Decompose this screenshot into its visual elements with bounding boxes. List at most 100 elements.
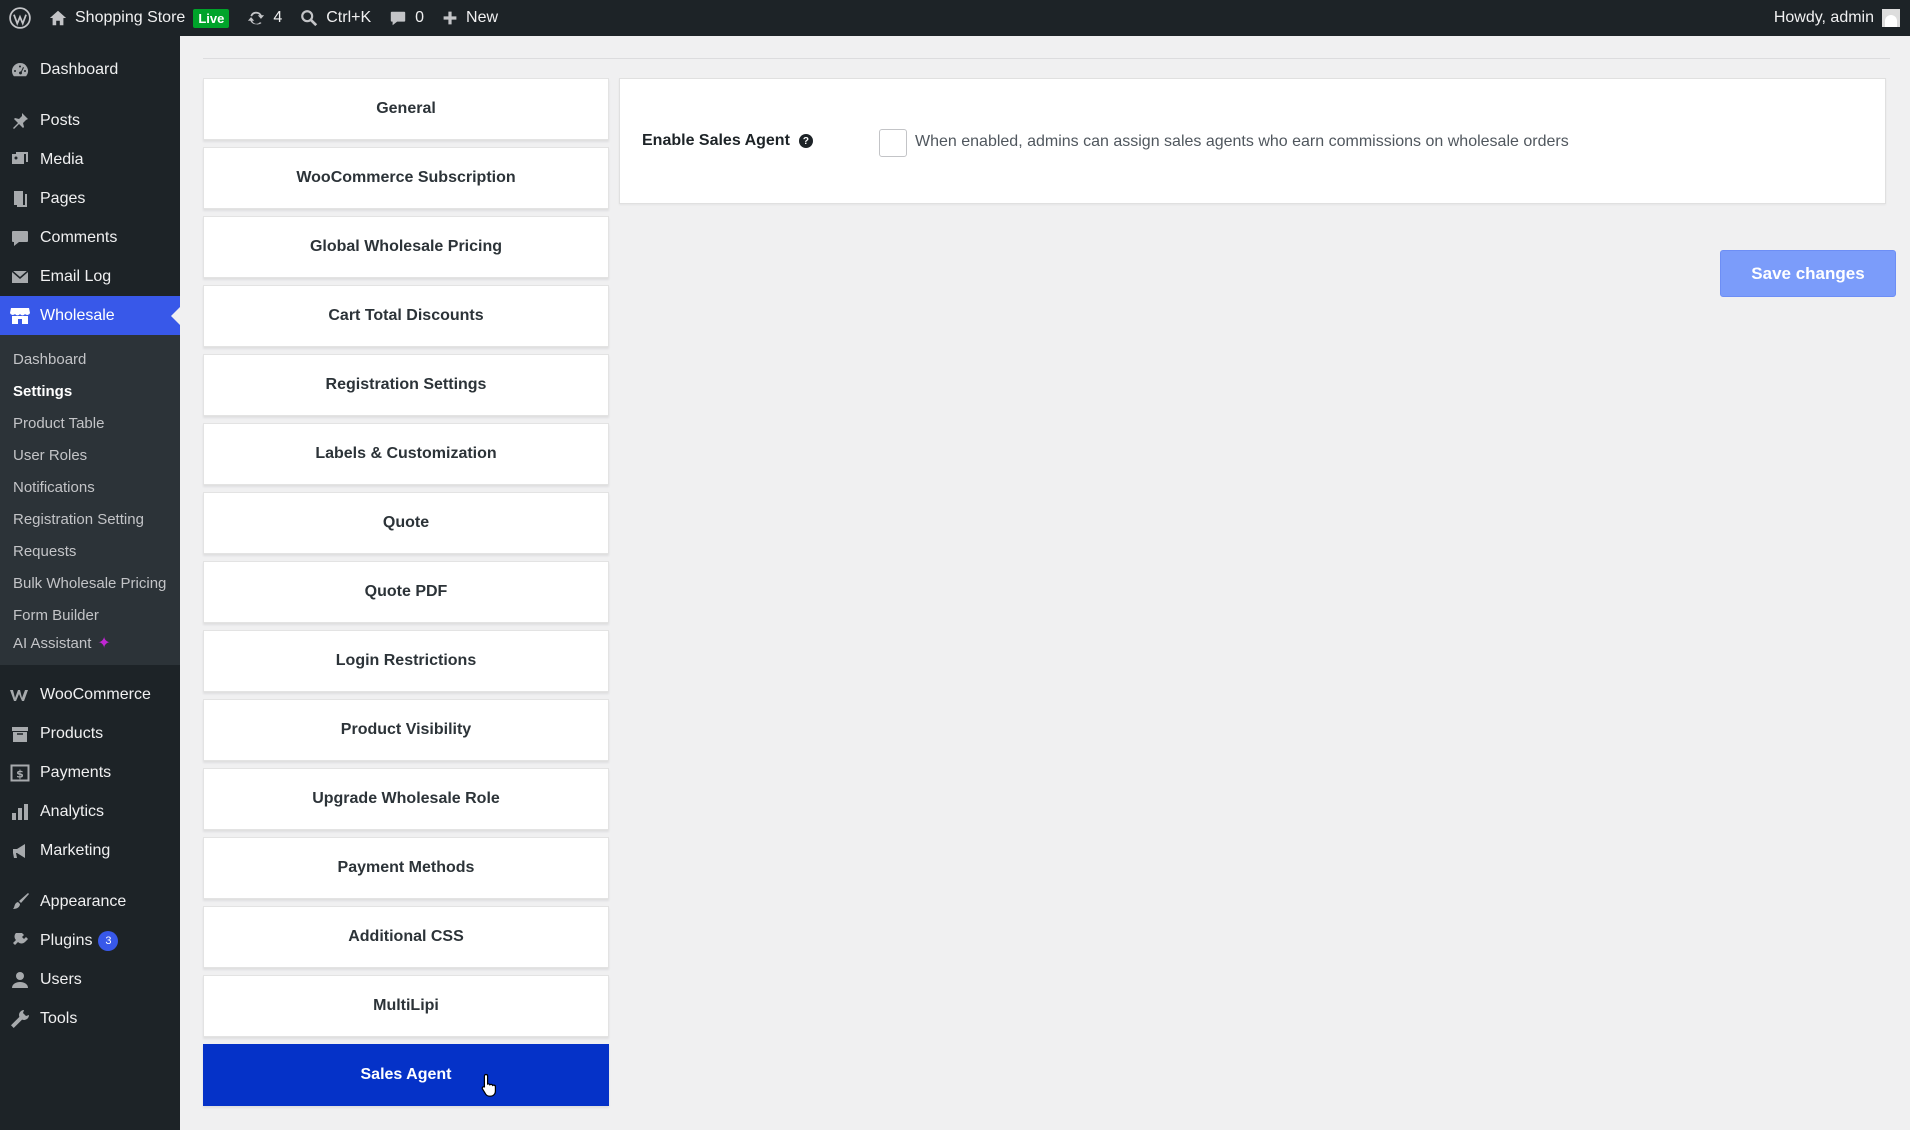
new-label: New [466, 9, 499, 26]
sales-agent-settings-panel: Enable Sales Agent ? When enabled, admin… [619, 78, 1886, 204]
dashboard-icon [9, 59, 31, 81]
payments-icon: $ [9, 762, 31, 784]
menu-wholesale[interactable]: Wholesale [0, 296, 180, 335]
sparkle-icon: ✦ [97, 635, 111, 652]
menu-label: Appearance [40, 892, 127, 910]
menu-products[interactable]: Products [0, 714, 180, 753]
menu-label: Products [40, 724, 104, 742]
woocommerce-icon [9, 684, 31, 706]
plugins-update-badge: 3 [98, 930, 119, 951]
media-icon [9, 149, 31, 171]
tab-global-wholesale-pricing[interactable]: Global Wholesale Pricing [203, 216, 609, 278]
enable-sales-agent-checkbox[interactable] [879, 129, 907, 157]
menu-label: Payments [40, 763, 112, 781]
updates-count: 4 [273, 9, 283, 26]
tab-labels-customization[interactable]: Labels & Customization [203, 423, 609, 485]
menu-label: Wholesale [40, 306, 115, 324]
comments-count: 0 [415, 9, 425, 26]
menu-users[interactable]: Users [0, 960, 180, 999]
menu-label: Users [40, 970, 82, 988]
menu-label: Email Log [40, 267, 112, 285]
updates-link[interactable]: 4 [238, 0, 291, 36]
menu-label: WooCommerce [40, 685, 151, 703]
submenu-user-roles[interactable]: User Roles [0, 439, 180, 471]
tab-payment-methods[interactable]: Payment Methods [203, 837, 609, 899]
menu-marketing[interactable]: Marketing [0, 831, 180, 870]
save-changes-button[interactable]: Save changes [1720, 250, 1896, 297]
search-shortcut: Ctrl+K [326, 9, 372, 26]
tab-sales-agent[interactable]: Sales Agent [203, 1044, 609, 1106]
menu-comments[interactable]: Comments [0, 218, 180, 257]
submenu-bulk-wholesale-pricing[interactable]: Bulk Wholesale Pricing [0, 567, 180, 599]
menu-label: Pages [40, 189, 86, 207]
tab-quote[interactable]: Quote [203, 492, 609, 554]
menu-analytics[interactable]: Analytics [0, 792, 180, 831]
admin-bar: Shopping Store Live 4 Ctrl+K 0 New Howdy… [0, 0, 1910, 36]
menu-tools[interactable]: Tools [0, 999, 180, 1038]
comments-link[interactable]: 0 [380, 0, 433, 36]
menu-media[interactable]: Media [0, 140, 180, 179]
settings-tabs: General WooCommerce Subscription Global … [203, 78, 609, 1113]
wrench-icon [9, 1008, 31, 1030]
menu-label: Plugins [40, 931, 93, 949]
comment-icon [389, 9, 407, 27]
new-content-link[interactable]: New [433, 0, 507, 36]
submenu-form-builder[interactable]: Form Builder [0, 599, 180, 631]
submenu-product-table[interactable]: Product Table [0, 407, 180, 439]
menu-dashboard[interactable]: Dashboard [0, 50, 180, 89]
tab-multilipi[interactable]: MultiLipi [203, 975, 609, 1037]
tab-registration-settings[interactable]: Registration Settings [203, 354, 609, 416]
submenu-ai-assistant[interactable]: AI Assistant ✦ [0, 631, 180, 655]
search-icon [300, 9, 318, 27]
plus-icon [442, 10, 458, 26]
greeting: Howdy, admin [1773, 9, 1874, 26]
field-label-text: Enable Sales Agent [642, 132, 790, 149]
brush-icon [9, 891, 31, 913]
bar-chart-icon [9, 801, 31, 823]
menu-label: Tools [40, 1009, 78, 1027]
tab-woocommerce-subscription[interactable]: WooCommerce Subscription [203, 147, 609, 209]
wordpress-logo-icon[interactable] [0, 0, 40, 36]
wholesale-submenu: Dashboard Settings Product Table User Ro… [0, 335, 180, 665]
pin-icon [9, 110, 31, 132]
submenu-notifications[interactable]: Notifications [0, 471, 180, 503]
email-icon [9, 266, 31, 288]
site-name-link[interactable]: Shopping Store Live [40, 0, 238, 36]
tab-product-visibility[interactable]: Product Visibility [203, 699, 609, 761]
tab-login-restrictions[interactable]: Login Restrictions [203, 630, 609, 692]
menu-plugins[interactable]: Plugins 3 [0, 921, 180, 960]
refresh-icon [247, 9, 265, 27]
submenu-registration-setting[interactable]: Registration Setting [0, 503, 180, 535]
submenu-requests[interactable]: Requests [0, 535, 180, 567]
site-name: Shopping Store [75, 9, 186, 26]
archive-icon [9, 723, 31, 745]
help-icon[interactable]: ? [798, 134, 813, 148]
comment-icon [9, 227, 31, 249]
menu-label: Media [40, 150, 84, 168]
menu-posts[interactable]: Posts [0, 101, 180, 140]
account-menu[interactable]: Howdy, admin [1765, 0, 1910, 36]
tab-quote-pdf[interactable]: Quote PDF [203, 561, 609, 623]
home-icon [49, 9, 67, 27]
header-divider [203, 58, 1890, 59]
menu-payments[interactable]: $ Payments [0, 753, 180, 792]
megaphone-icon [9, 840, 31, 862]
field-description: When enabled, admins can assign sales ag… [915, 133, 1569, 150]
menu-pages[interactable]: Pages [0, 179, 180, 218]
submenu-settings[interactable]: Settings [0, 375, 180, 407]
menu-label: Posts [40, 111, 81, 129]
submenu-dashboard[interactable]: Dashboard [0, 343, 180, 375]
menu-appearance[interactable]: Appearance [0, 882, 180, 921]
menu-email-log[interactable]: Email Log [0, 257, 180, 296]
avatar [1882, 9, 1900, 27]
tab-general[interactable]: General [203, 78, 609, 140]
tab-additional-css[interactable]: Additional CSS [203, 906, 609, 968]
live-badge: Live [193, 8, 230, 28]
menu-label: Marketing [40, 841, 111, 859]
plug-icon [9, 930, 31, 952]
menu-woocommerce[interactable]: WooCommerce [0, 675, 180, 714]
svg-text:$: $ [16, 767, 24, 780]
tab-upgrade-wholesale-role[interactable]: Upgrade Wholesale Role [203, 768, 609, 830]
search-link[interactable]: Ctrl+K [291, 0, 380, 36]
tab-cart-total-discounts[interactable]: Cart Total Discounts [203, 285, 609, 347]
